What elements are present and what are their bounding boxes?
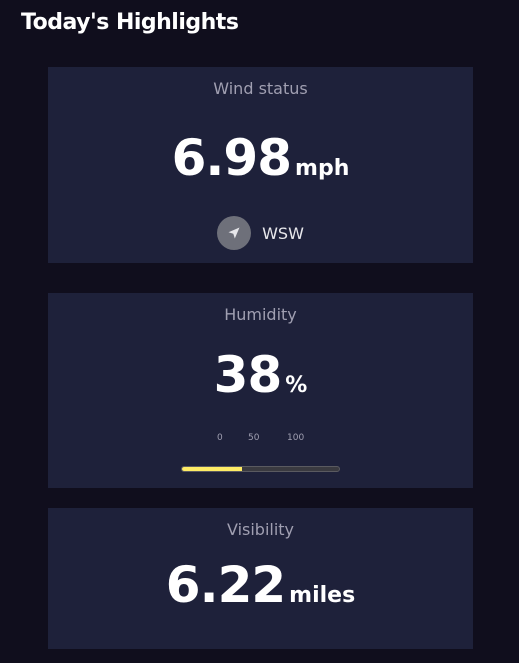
wind-status-title: Wind status bbox=[213, 79, 308, 98]
navigation-arrow-icon bbox=[217, 216, 252, 250]
wind-speed-value: 6.98 mph bbox=[48, 129, 473, 187]
humidity-unit: % bbox=[285, 373, 308, 398]
visibility-title: Visibility bbox=[226, 520, 295, 539]
humidity-progress-fill bbox=[182, 467, 242, 471]
visibility-value: 6.22 miles bbox=[48, 556, 473, 614]
humidity-card: Humidity 38% 0 50 100 bbox=[48, 293, 473, 488]
humidity-scale: 0 50 100 bbox=[181, 433, 341, 445]
wind-direction-label: WSW bbox=[262, 223, 304, 243]
humidity-number: 38 bbox=[213, 346, 283, 404]
humidity-scale-min: 0 bbox=[217, 433, 223, 443]
humidity-progress-bar bbox=[181, 466, 340, 472]
humidity-title: Humidity bbox=[224, 305, 297, 324]
visibility-unit: miles bbox=[289, 583, 356, 608]
wind-speed-unit: mph bbox=[295, 156, 350, 181]
wind-speed-number: 6.98 bbox=[171, 129, 292, 187]
humidity-value: 38% bbox=[48, 346, 473, 404]
wind-direction: WSW bbox=[48, 216, 473, 250]
humidity-scale-max: 100 bbox=[287, 433, 305, 443]
wind-status-card: Wind status 6.98 mph WSW bbox=[48, 67, 473, 263]
navigation-arrow-glyph bbox=[228, 227, 240, 239]
visibility-card: Visibility 6.22 miles bbox=[48, 508, 473, 649]
visibility-number: 6.22 bbox=[165, 556, 286, 614]
section-title: Today's Highlights bbox=[21, 10, 239, 35]
humidity-scale-mid: 50 bbox=[248, 433, 260, 443]
